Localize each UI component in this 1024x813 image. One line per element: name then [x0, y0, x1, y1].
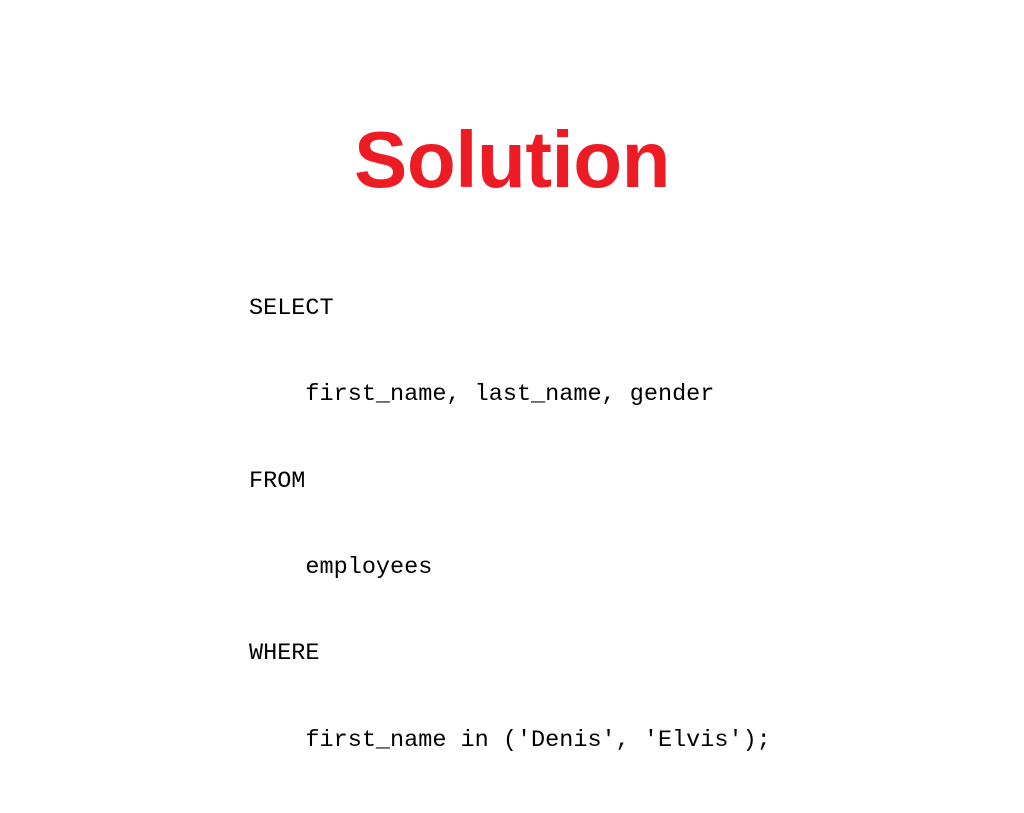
presentation-slide: Solution SELECT first_name, last_name, g… — [0, 0, 1024, 768]
code-line: employees — [249, 553, 433, 581]
code-line: FROM — [249, 467, 306, 495]
code-line: WHERE — [249, 640, 320, 668]
code-line: first_name, last_name, gender — [249, 381, 715, 409]
code-line: first_name in ('Denis', 'Elvis'); — [249, 726, 771, 754]
page-title: Solution — [354, 114, 670, 204]
sql-code-block: SELECT first_name, last_name, gender FRO… — [249, 266, 771, 813]
code-line: SELECT — [249, 294, 334, 322]
